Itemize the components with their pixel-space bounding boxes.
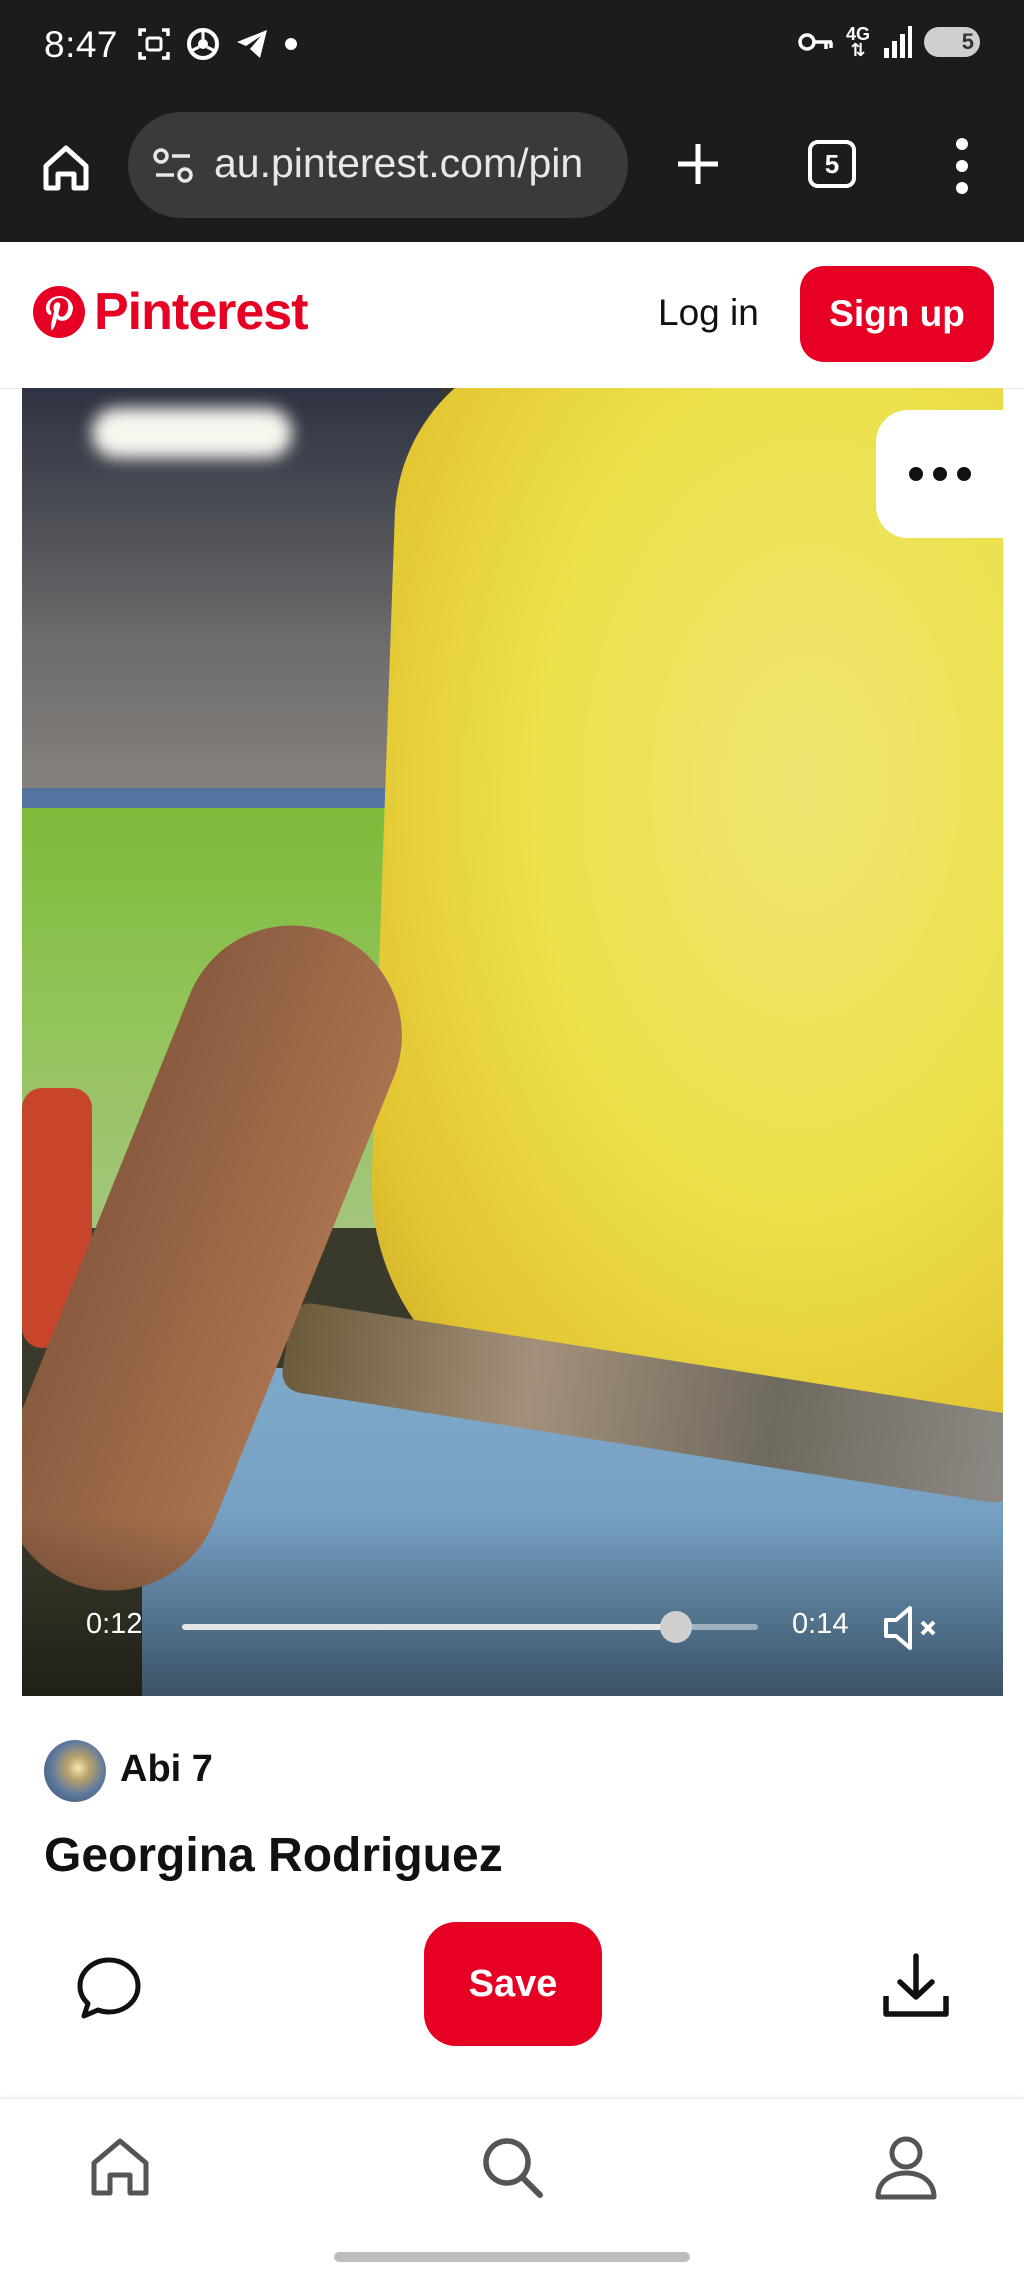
signal-icon xyxy=(884,26,912,58)
browser-toolbar: au.pinterest.com/pin 5 xyxy=(0,96,1024,242)
site-header: Pinterest Log in Sign up xyxy=(0,242,1024,389)
tab-switcher-button[interactable]: 5 xyxy=(808,140,856,188)
notification-icons xyxy=(136,26,298,62)
status-bar: 8:47 4G ⇅ 5 xyxy=(0,0,1024,96)
chrome-icon xyxy=(187,28,219,60)
battery-level: 5 xyxy=(961,29,974,54)
browser-home-icon[interactable] xyxy=(38,140,94,196)
signup-button[interactable]: Sign up xyxy=(800,266,994,362)
gesture-bar[interactable] xyxy=(334,2252,690,2262)
bottom-navigation xyxy=(0,2098,1024,2277)
more-options-button[interactable] xyxy=(876,410,1004,538)
system-icons: 4G ⇅ 5 xyxy=(798,24,980,60)
screenshot-icon xyxy=(138,28,170,60)
search-icon[interactable] xyxy=(478,2133,546,2201)
pin-title: Georgina Rodriguez xyxy=(44,1829,503,1882)
more-options-icon xyxy=(909,467,923,481)
address-bar[interactable]: au.pinterest.com/pin xyxy=(128,112,628,218)
video-progress-fill xyxy=(182,1624,676,1630)
video-scrub-handle[interactable] xyxy=(659,1611,692,1643)
dot-icon xyxy=(285,38,297,50)
logo-text: Pinterest xyxy=(94,283,309,341)
tab-count-label: 5 xyxy=(824,148,840,179)
login-link[interactable]: Log in xyxy=(658,292,759,334)
new-tab-icon[interactable] xyxy=(670,136,726,192)
browser-menu-icon[interactable] xyxy=(954,136,970,196)
video-progress-bar[interactable] xyxy=(182,1611,758,1643)
network-type-label: 4G xyxy=(845,24,870,44)
save-button[interactable]: Save xyxy=(424,1922,602,2046)
comment-icon[interactable] xyxy=(74,1954,144,2024)
telegram-icon xyxy=(237,30,267,58)
avatar[interactable] xyxy=(44,1740,106,1802)
video-current-time: 0:12 xyxy=(86,1608,143,1640)
home-icon[interactable] xyxy=(86,2133,154,2201)
download-icon[interactable] xyxy=(880,1950,952,2022)
pinterest-logo[interactable]: Pinterest xyxy=(32,282,309,342)
url-text: au.pinterest.com/pin xyxy=(214,140,584,186)
profile-icon[interactable] xyxy=(872,2133,940,2201)
battery-icon: 5 xyxy=(924,27,980,57)
vpn-key-icon xyxy=(798,33,833,51)
pin-video[interactable] xyxy=(22,388,1003,1696)
network-icon: 4G ⇅ xyxy=(845,24,870,60)
video-duration: 0:14 xyxy=(792,1608,849,1640)
pinterest-logo-icon xyxy=(33,286,85,338)
site-settings-icon[interactable] xyxy=(152,146,194,186)
status-time: 8:47 xyxy=(44,24,119,65)
save-button-label: Save xyxy=(468,1962,558,2005)
mute-icon[interactable] xyxy=(882,1604,942,1652)
author-name[interactable]: Abi 7 xyxy=(120,1748,213,1791)
signup-button-label: Sign up xyxy=(829,293,965,334)
